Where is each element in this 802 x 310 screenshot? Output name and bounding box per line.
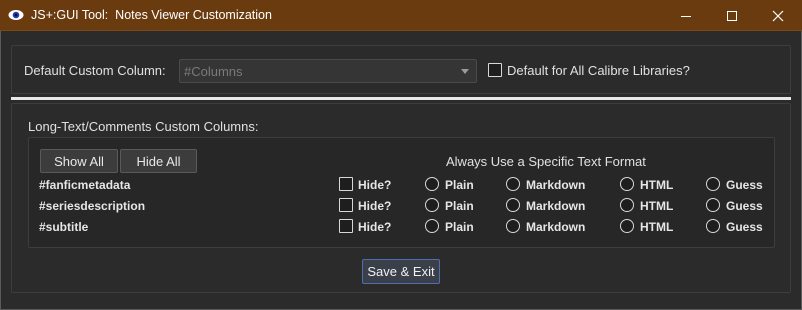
plain-radio[interactable] xyxy=(425,177,439,191)
combo-value: #Columns xyxy=(184,64,243,79)
close-button[interactable] xyxy=(755,0,801,31)
html-radio[interactable] xyxy=(620,177,634,191)
eye-icon xyxy=(8,10,24,20)
html-radio[interactable] xyxy=(620,198,634,212)
maximize-icon xyxy=(727,10,737,21)
markdown-radio[interactable] xyxy=(506,198,520,212)
minimize-icon xyxy=(681,15,691,17)
hide-label: Hide? xyxy=(358,199,392,213)
column-name: #fanficmetadata xyxy=(39,178,131,192)
column-name: #seriesdescription xyxy=(39,199,146,213)
window-title: JS+:GUI Tool: Notes Viewer Customization xyxy=(31,8,272,22)
minimize-button[interactable] xyxy=(663,0,709,31)
guess-label: Guess xyxy=(726,199,763,213)
all-libraries-label: Default for All Calibre Libraries? xyxy=(507,63,690,78)
guess-radio[interactable] xyxy=(706,198,720,212)
plain-label: Plain xyxy=(445,199,474,213)
plain-radio[interactable] xyxy=(425,219,439,233)
plain-label: Plain xyxy=(445,178,474,192)
markdown-label: Markdown xyxy=(526,199,586,213)
guess-radio[interactable] xyxy=(706,177,720,191)
guess-label: Guess xyxy=(726,178,763,192)
default-column-combo[interactable]: #Columns xyxy=(179,59,477,83)
hide-checkbox[interactable] xyxy=(339,198,353,212)
plain-label: Plain xyxy=(445,220,474,234)
save-exit-button[interactable]: Save & Exit xyxy=(362,259,440,284)
guess-radio[interactable] xyxy=(706,219,720,233)
guess-label: Guess xyxy=(726,220,763,234)
html-radio[interactable] xyxy=(620,219,634,233)
html-label: HTML xyxy=(640,178,674,192)
plain-radio[interactable] xyxy=(425,198,439,212)
hide-label: Hide? xyxy=(358,220,392,234)
markdown-label: Markdown xyxy=(526,220,586,234)
maximize-button[interactable] xyxy=(709,0,755,31)
default-column-label: Default Custom Column: xyxy=(24,63,166,78)
divider xyxy=(11,97,791,100)
title-bar: JS+:GUI Tool: Notes Viewer Customization xyxy=(0,0,802,31)
markdown-label: Markdown xyxy=(526,178,586,192)
show-all-button[interactable]: Show All xyxy=(40,149,118,173)
hide-checkbox[interactable] xyxy=(339,219,353,233)
markdown-radio[interactable] xyxy=(506,177,520,191)
format-header: Always Use a Specific Text Format xyxy=(446,154,646,169)
column-name: #subtitle xyxy=(39,220,89,234)
html-label: HTML xyxy=(640,220,674,234)
markdown-radio[interactable] xyxy=(506,219,520,233)
close-icon xyxy=(772,10,784,21)
columns-section-label: Long-Text/Comments Custom Columns: xyxy=(28,119,259,134)
all-libraries-checkbox[interactable] xyxy=(488,63,502,77)
html-label: HTML xyxy=(640,199,674,213)
hide-all-button[interactable]: Hide All xyxy=(120,149,197,173)
hide-checkbox[interactable] xyxy=(339,177,353,191)
hide-label: Hide? xyxy=(358,178,392,192)
chevron-down-icon xyxy=(461,69,469,74)
